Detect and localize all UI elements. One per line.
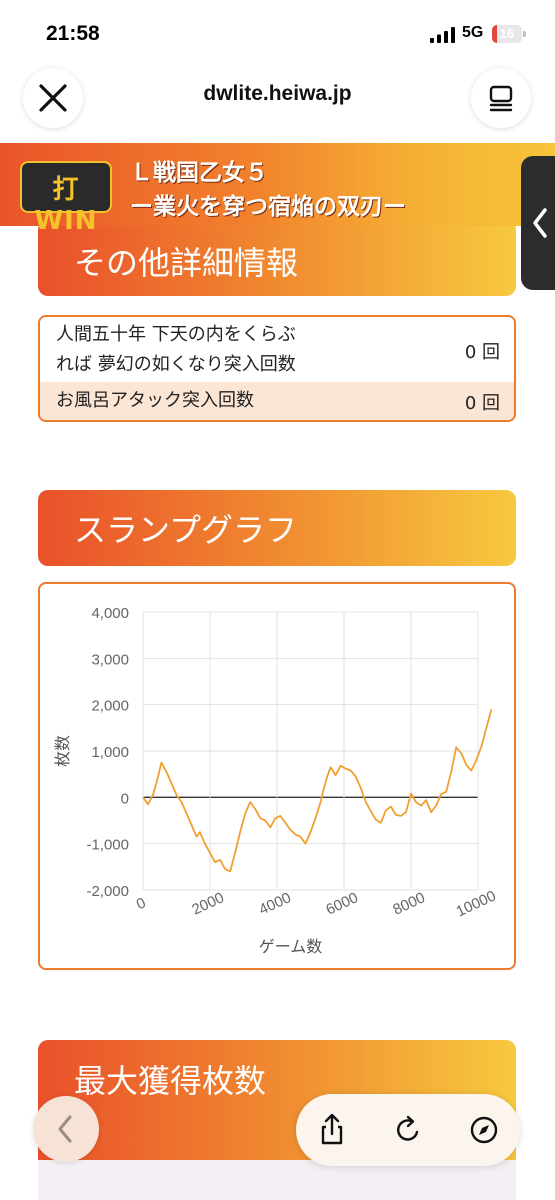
x-tick-label: 4000 (256, 889, 293, 919)
slump-section-title: スランプグラフ (74, 511, 298, 549)
y-tick-label: -2,000 (86, 883, 129, 900)
row-value: 0 回 (464, 342, 500, 363)
details-section-title: その他詳細情報 (74, 244, 299, 282)
cellular-signal-icon (430, 27, 455, 43)
slump-chart-container: 4,000 3,000 2,000 1,000 0 -1,000 -2,000 0 2000 40… (38, 582, 516, 970)
x-axis-label: ゲーム数 (259, 937, 323, 956)
reader-mode-button[interactable] (471, 68, 531, 128)
row-label-line2: れば 夢幻の如くなり突入回数 (56, 354, 296, 375)
row-label-line1: 人間五十年 下天の内をくらぶ (56, 324, 296, 345)
reader-mode-icon (489, 85, 513, 112)
slump-section-header: スランプグラフ (38, 490, 516, 566)
share-icon[interactable] (312, 1110, 352, 1150)
logo-text: 打WIN (34, 175, 98, 236)
side-menu-tab[interactable] (521, 156, 555, 290)
y-tick-label: 0 (121, 790, 129, 807)
slump-chart: 4,000 3,000 2,000 1,000 0 -1,000 -2,000 0 2000 40… (53, 605, 499, 956)
chevron-left-icon (533, 208, 547, 238)
y-tick-label: 2,000 (91, 698, 129, 715)
url-text[interactable]: dwlite.heiwa.jp (120, 82, 435, 106)
y-tick-label: -1,000 (86, 837, 129, 854)
game-title-banner: 打WIN Ｌ戦国乙女５ ー業火を穿つ宿焔の双刃ー (0, 143, 555, 236)
x-tick-label: 2000 (189, 889, 226, 919)
battery-icon: 16 (492, 25, 522, 43)
app-logo[interactable]: 打WIN (20, 161, 112, 236)
row-label: お風呂アタック突入回数 (56, 390, 254, 411)
table-row: 人間五十年 下天の内をくらぶ れば 夢幻の如くなり突入回数 0 回 (40, 317, 514, 382)
close-icon (39, 84, 67, 112)
y-tick-label: 3,000 (91, 651, 129, 668)
browser-toolbar (296, 1094, 520, 1166)
x-tick-label: 8000 (390, 889, 427, 919)
y-tick-label: 1,000 (91, 744, 129, 761)
network-type: 5G (462, 24, 484, 41)
compass-icon[interactable] (464, 1110, 504, 1150)
chevron-left-icon (58, 1115, 72, 1143)
machine-title: Ｌ戦国乙女５ (130, 160, 268, 186)
slump-series-line (142, 709, 493, 873)
machine-subtitle: ー業火を穿つ宿焔の双刃ー (130, 194, 406, 220)
browser-bottom-bar (0, 1080, 555, 1200)
details-table: 人間五十年 下天の内をくらぶ れば 夢幻の如くなり突入回数 0 回 お風呂アタッ… (38, 315, 516, 422)
status-bar: 21:58 5G 16 (0, 0, 555, 68)
x-tick-label: 0 (134, 894, 149, 913)
y-axis-label: 枚数 (53, 735, 72, 767)
battery-percent: 16 (499, 26, 515, 41)
browser-url-bar: dwlite.heiwa.jp (0, 68, 555, 140)
x-tick-label: 6000 (323, 889, 360, 919)
battery-tip (523, 31, 526, 37)
table-row: お風呂アタック突入回数 0 回 (40, 382, 514, 420)
status-time: 21:58 (46, 22, 100, 45)
row-value: 0 回 (464, 393, 500, 414)
close-button[interactable] (23, 68, 83, 128)
reload-icon[interactable] (388, 1110, 428, 1150)
back-button[interactable] (33, 1096, 99, 1162)
y-tick-label: 4,000 (91, 605, 129, 622)
x-tick-label: 10000 (454, 887, 499, 920)
